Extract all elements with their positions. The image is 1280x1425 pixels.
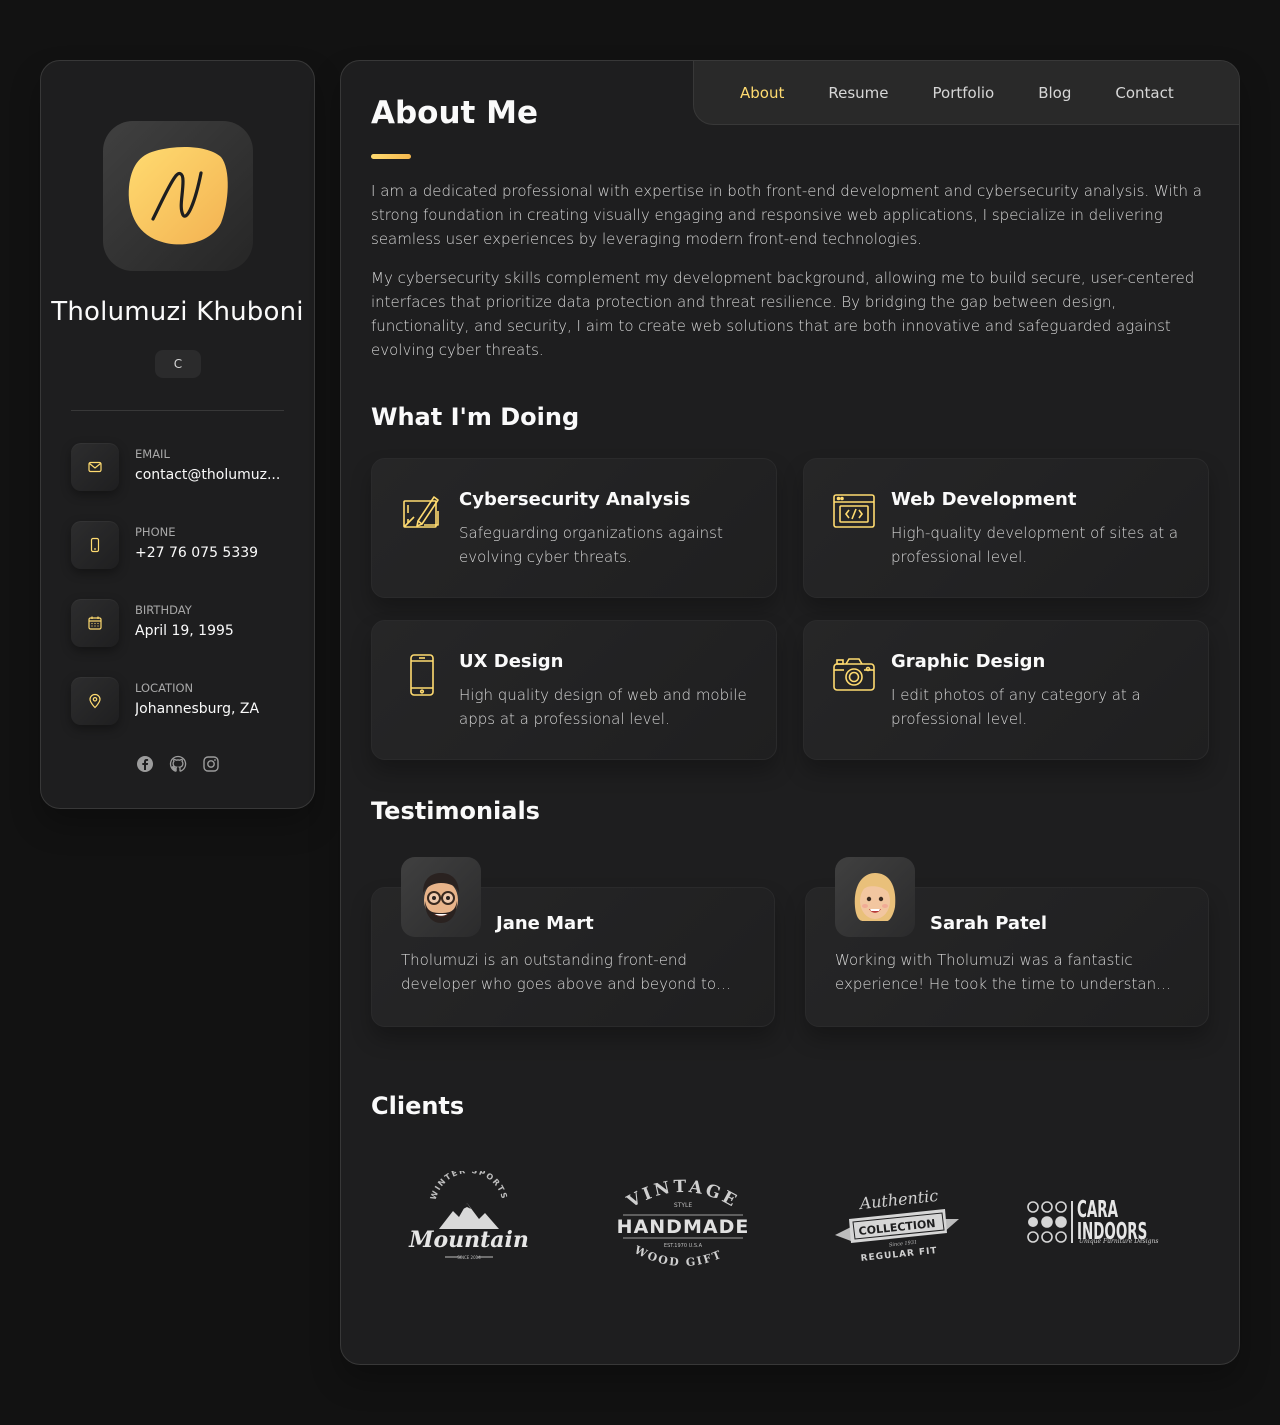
contact-birthday: Birthday April 19, 1995 [71, 599, 301, 647]
code-window-icon [832, 491, 876, 535]
testimonial-name: Sarah Patel [930, 913, 1048, 934]
nav-about[interactable]: About [740, 84, 784, 102]
location-value: Johannesburg, ZA [135, 701, 260, 717]
contact-label: Phone [135, 525, 176, 539]
profile-name: Tholumuzi Khuboni [51, 297, 304, 327]
service-title: UX Design [459, 651, 564, 672]
client-logo-mountain[interactable]: WINTER SPORTS Mountain SINCE 2014 [401, 1166, 537, 1271]
github-icon[interactable] [169, 755, 187, 773]
testimonial-text: Tholumuzi is an outstanding front-end de… [401, 951, 717, 993]
nav-portfolio[interactable]: Portfolio [933, 84, 995, 102]
birthday-value: April 19, 1995 [135, 623, 234, 639]
service-card: Web Development High-quality development… [803, 458, 1209, 598]
client-logo-sub-text: Unique Furniture Designs [1079, 1238, 1158, 1245]
testimonial-name: Jane Mart [496, 913, 594, 934]
contact-label: Location [135, 681, 194, 695]
nav-contact[interactable]: Contact [1115, 84, 1173, 102]
sidebar: Tholumuzi Khuboni C Email contact@tholum… [40, 60, 315, 809]
phone-link[interactable]: +27 76 075 5339 [135, 545, 258, 561]
main-article: About Resume Portfolio Blog Contact Abou… [340, 60, 1240, 1365]
client-logo-tag-text: EST.1970 U.S.A [664, 1243, 703, 1249]
client-logo-top-text: Authentic [857, 1186, 939, 1213]
testimonial-avatar [401, 857, 481, 937]
svg-text:WINTER SPORTS: WINTER SPORTS [429, 1171, 510, 1201]
contact-phone: Phone +27 76 075 5339 [71, 521, 301, 569]
service-title: Graphic Design [891, 651, 1046, 672]
nav-blog[interactable]: Blog [1038, 84, 1071, 102]
email-link[interactable]: contact@tholumuz... [135, 467, 280, 483]
service-card: Cybersecurity Analysis Safeguarding orga… [371, 458, 777, 598]
mail-icon [71, 443, 119, 491]
testimonial-text: Working with Tholumuzi was a fantastic e… [835, 951, 1166, 993]
design-tools-icon [400, 491, 444, 535]
signature-logo-icon [128, 147, 228, 245]
nav-resume[interactable]: Resume [828, 84, 888, 102]
location-pin-icon [71, 677, 119, 725]
service-text: High quality design of web and mobile ap… [459, 686, 747, 728]
memoji-man-icon [423, 873, 459, 923]
contact-label: Birthday [135, 603, 192, 617]
service-title: Cybersecurity Analysis [459, 489, 691, 510]
about-paragraph: My cybersecurity skills complement my de… [371, 269, 1195, 359]
phone-icon [71, 521, 119, 569]
client-logo-collection[interactable]: Authentic COLLECTION Since 1931 REGULAR … [829, 1171, 965, 1271]
navbar: About Resume Portfolio Blog Contact [693, 61, 1239, 125]
client-logo-top-text: WINTER SPORTS [429, 1166, 508, 1201]
client-logo-handmade[interactable]: VINTAGE STYLE HANDMADE EST.1970 U.S.A WO… [608, 1161, 753, 1271]
mobile-phone-icon [400, 653, 444, 697]
service-title: Web Development [891, 489, 1077, 510]
service-text: Safeguarding organizations against evolv… [459, 524, 723, 566]
memoji-woman-icon [854, 873, 896, 921]
client-logo-cara-indoors[interactable]: CARA INDOORS Unique Furniture Designs [1025, 1171, 1197, 1271]
page-title: About Me [371, 95, 539, 131]
clients-title: Clients [371, 1092, 465, 1120]
client-logo-name: HANDMADE [617, 1216, 750, 1238]
client-logo-sub-text: Since 1931 [889, 1240, 918, 1249]
facebook-icon[interactable] [136, 755, 154, 773]
service-card: UX Design High quality design of web and… [371, 620, 777, 760]
service-text: High-quality development of sites at a p… [891, 524, 1179, 566]
services-title: What I'm Doing [371, 403, 580, 431]
about-paragraph: I am a dedicated professional with exper… [371, 182, 1202, 248]
testimonial-avatar [835, 857, 915, 937]
client-logo-sub-text: STYLE [674, 1202, 692, 1209]
profile-title-badge: C [155, 350, 201, 378]
social-links [41, 755, 314, 773]
service-card: Graphic Design I edit photos of any cate… [803, 620, 1209, 760]
service-text: I edit photos of any category at a profe… [891, 686, 1141, 728]
contact-location: Location Johannesburg, ZA [71, 677, 301, 725]
title-underline [371, 154, 411, 159]
sidebar-separator [71, 410, 284, 411]
profile-avatar [103, 121, 253, 271]
contact-email: Email contact@tholumuz... [71, 443, 301, 491]
client-logo-bottom-text: SINCE 2014 [457, 1255, 481, 1260]
instagram-icon[interactable] [202, 755, 220, 773]
client-logo-bottom-text: REGULAR FIT [860, 1246, 938, 1264]
camera-icon [832, 653, 876, 697]
calendar-icon [71, 599, 119, 647]
client-logo-name: Mountain [408, 1227, 529, 1253]
testimonials-title: Testimonials [371, 797, 540, 825]
contact-label: Email [135, 447, 170, 461]
